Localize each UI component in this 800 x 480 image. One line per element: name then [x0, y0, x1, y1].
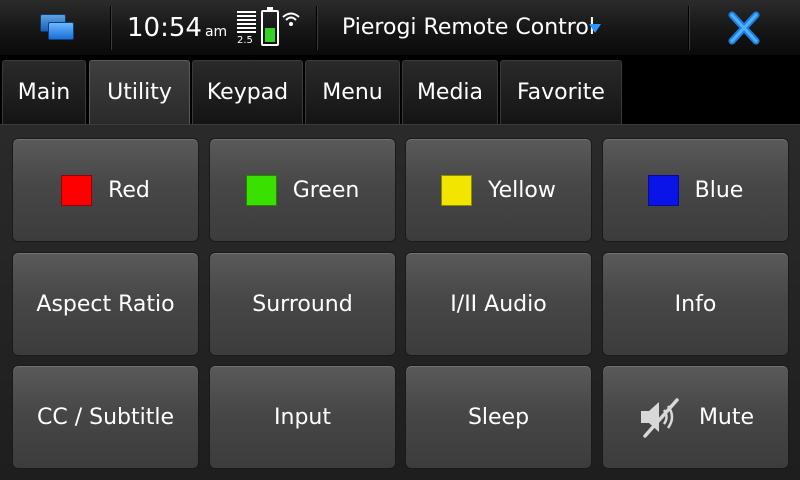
button-panel: Red Green Yellow Blue Aspect Ratio Surro… [0, 124, 800, 480]
separator [688, 6, 690, 50]
mute-icon [640, 398, 679, 438]
separator [110, 6, 112, 50]
blue-button[interactable]: Blue [602, 138, 789, 242]
button-label: Yellow [488, 177, 556, 203]
separator [316, 6, 318, 50]
clock-ampm: am [204, 24, 228, 40]
aspect-ratio-button[interactable]: Aspect Ratio [12, 252, 199, 356]
tab-menu[interactable]: Menu [305, 60, 400, 124]
blue-swatch [647, 174, 679, 206]
app-title-menu[interactable]: Pierogi Remote Control [342, 12, 601, 44]
tab-main[interactable]: Main [2, 60, 86, 124]
tab-bar: Main Utility Keypad Menu Media Favorite [0, 58, 800, 124]
tab-keypad[interactable]: Keypad [192, 60, 303, 124]
green-swatch [245, 174, 277, 206]
status-bar: 10:54 am 2.5 Pierogi Remote Control [0, 0, 800, 56]
app-title: Pierogi Remote Control [342, 15, 595, 40]
button-label: Green [292, 177, 360, 203]
input-button[interactable]: Input [209, 365, 396, 469]
signal-strength-icon: 2.5 [237, 11, 257, 47]
clock-time: 10:54 [127, 13, 202, 43]
task-switcher-icon[interactable] [38, 12, 78, 44]
red-button[interactable]: Red [12, 138, 199, 242]
close-icon[interactable] [722, 10, 766, 46]
surround-button[interactable]: Surround [209, 252, 396, 356]
sleep-button[interactable]: Sleep [405, 365, 592, 469]
wifi-icon [282, 12, 300, 26]
tab-favorite[interactable]: Favorite [500, 60, 622, 124]
battery-icon [261, 7, 279, 46]
yellow-swatch [441, 174, 473, 206]
yellow-button[interactable]: Yellow [405, 138, 592, 242]
audio-button[interactable]: I/II Audio [405, 252, 592, 356]
mute-button[interactable]: Mute [602, 365, 789, 469]
button-label: Red [108, 177, 150, 203]
red-swatch [61, 174, 93, 206]
green-button[interactable]: Green [209, 138, 396, 242]
tab-media[interactable]: Media [402, 60, 498, 124]
clock[interactable]: 10:54 am [127, 12, 227, 44]
signal-label: 2.5 [237, 35, 253, 46]
info-button[interactable]: Info [602, 252, 789, 356]
button-label: Blue [694, 177, 744, 203]
chevron-down-icon [589, 24, 601, 33]
button-label: Mute [698, 404, 755, 430]
tab-utility[interactable]: Utility [89, 60, 190, 124]
subtitle-button[interactable]: CC / Subtitle [12, 365, 199, 469]
